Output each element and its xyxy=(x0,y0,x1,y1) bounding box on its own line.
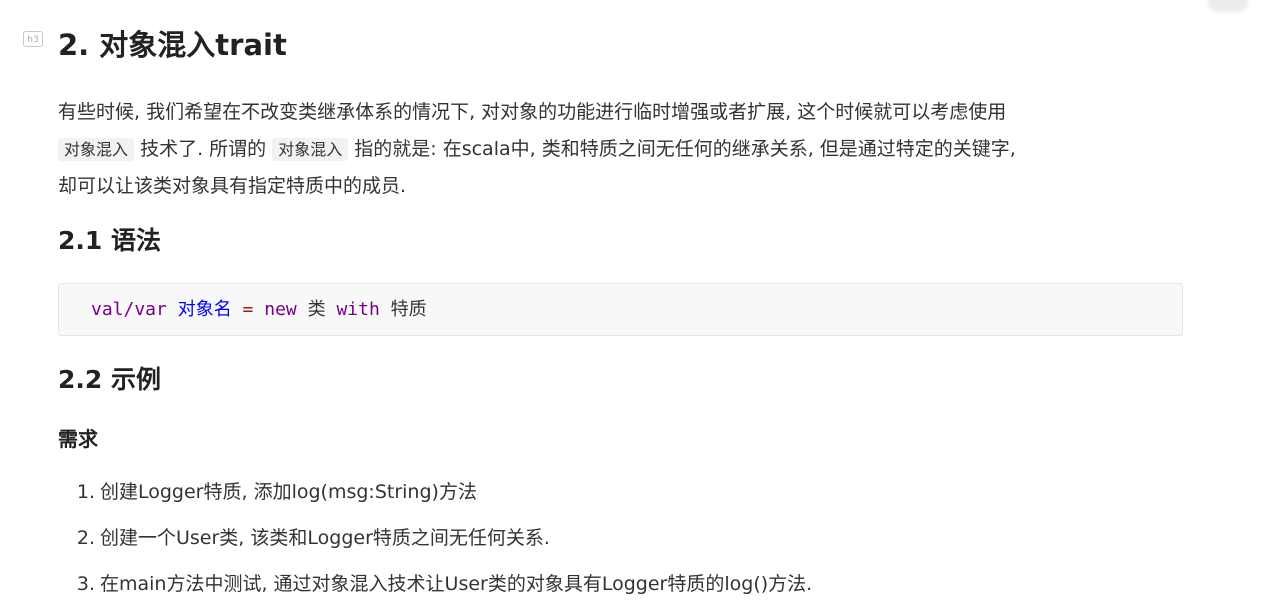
list-item: 1. 创建Logger特质, 添加log(msg:String)方法 xyxy=(58,472,812,518)
requirement-heading: 需求 xyxy=(58,427,98,451)
code-token-val-var: val/var xyxy=(91,299,167,320)
faded-avatar xyxy=(1208,0,1248,12)
syntax-heading: 2.1 语法 xyxy=(58,226,161,255)
heading-level-marker[interactable]: h3 xyxy=(23,31,43,47)
intro-line-3: 却可以让该类对象具有指定特质中的成员. xyxy=(58,175,407,197)
intro-line-2-mid: 技术了. 所谓的 xyxy=(140,138,267,160)
syntax-code-block[interactable]: val/var 对象名 = new 类 with 特质 xyxy=(58,283,1183,336)
inline-code-mixin-1: 对象混入 xyxy=(58,138,135,161)
list-item: 2. 创建一个User类, 该类和Logger特质之间无任何关系. xyxy=(58,518,812,564)
section-title: 2. 对象混入trait xyxy=(58,28,287,62)
code-token-new: new xyxy=(264,299,297,320)
example-heading: 2.2 示例 xyxy=(58,365,161,394)
code-token-with: with xyxy=(336,299,380,320)
code-token-equals: = xyxy=(242,299,254,320)
list-item-number: 3. xyxy=(76,573,95,595)
list-item-text: 创建Logger特质, 添加log(msg:String)方法 xyxy=(100,481,477,503)
code-token-class: 类 xyxy=(307,299,326,320)
list-item-text: 创建一个User类, 该类和Logger特质之间无任何关系. xyxy=(100,527,550,549)
intro-line-2-end: 指的就是: 在scala中, 类和特质之间无任何的继承关系, 但是通过特定的关键… xyxy=(354,138,1016,160)
code-token-object-name: 对象名 xyxy=(177,299,232,320)
list-item-number: 1. xyxy=(76,481,95,503)
intro-line-2: 对象混入 技术了. 所谓的 对象混入 指的就是: 在scala中, 类和特质之间… xyxy=(58,131,1188,168)
list-item-number: 2. xyxy=(76,527,95,549)
syntax-code: val/var 对象名 = new 类 with 特质 xyxy=(59,284,1182,335)
code-token-trait: 特质 xyxy=(390,299,427,320)
document: h3 2. 对象混入trait 有些时候, 我们希望在不改变类继承体系的情况下,… xyxy=(0,0,1275,601)
intro-paragraph: 有些时候, 我们希望在不改变类继承体系的情况下, 对对象的功能进行临时增强或者扩… xyxy=(58,94,1188,205)
intro-line-1: 有些时候, 我们希望在不改变类继承体系的情况下, 对对象的功能进行临时增强或者扩… xyxy=(58,101,1007,123)
list-item: 3. 在main方法中测试, 通过对象混入技术让User类的对象具有Logger特… xyxy=(58,564,812,610)
requirement-list: 1. 创建Logger特质, 添加log(msg:String)方法 2. 创建一个… xyxy=(58,472,812,610)
inline-code-mixin-2: 对象混入 xyxy=(272,138,349,161)
list-item-text: 在main方法中测试, 通过对象混入技术让User类的对象具有Logger特质的… xyxy=(100,573,813,595)
